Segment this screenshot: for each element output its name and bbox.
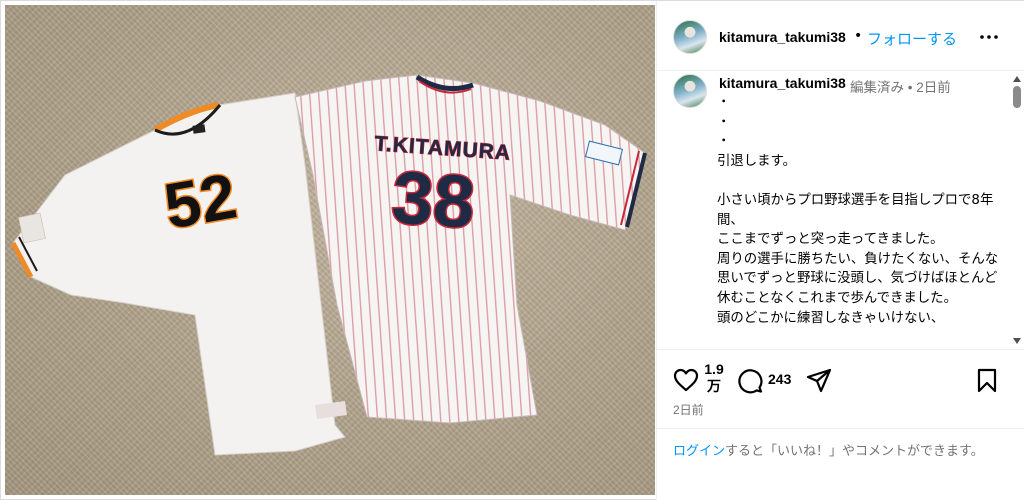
like-count-unit: 万 xyxy=(707,378,721,394)
scroll-down-icon[interactable] xyxy=(1013,338,1021,344)
post-sidebar: kitamura_takumi38 • フォローする kitamura_taku… xyxy=(656,1,1024,500)
post-photo[interactable]: 52 T.KITAMURA 38 xyxy=(5,5,655,495)
caption-text: ・ ・ ・ 引退します。 小さい頃からプロ野球選手を目指しプロで8年間、 ここま… xyxy=(717,95,999,326)
svg-text:52: 52 xyxy=(159,159,242,242)
caption-area[interactable]: kitamura_takumi38 編集済み • 2日前 ・ ・ ・ 引退します… xyxy=(657,72,1024,348)
login-prompt-rest: すると「いいね！」やコメントができます。 xyxy=(725,444,984,459)
right-jersey xyxy=(294,74,647,424)
jerseys-photo: 52 T.KITAMURA 38 xyxy=(10,74,647,456)
heart-icon[interactable] xyxy=(673,368,699,392)
bookmark-icon[interactable] xyxy=(975,368,999,394)
caption-scrollbar[interactable] xyxy=(1012,72,1022,348)
login-prompt-text: ログインすると「いいね！」やコメントができます。 xyxy=(673,442,1003,462)
post-header: kitamura_takumi38 • フォローする xyxy=(657,1,1024,71)
action-bar: 1.9 万 243 2日前 xyxy=(657,349,1024,427)
scroll-thumb[interactable] xyxy=(1013,86,1021,108)
caption-avatar[interactable] xyxy=(673,74,707,108)
left-jersey xyxy=(10,92,346,456)
post-frame: 52 T.KITAMURA 38 kitamura_takumi38 • フォロ… xyxy=(0,0,1024,500)
svg-text:38: 38 xyxy=(389,155,477,244)
separator-dot: • xyxy=(854,28,863,44)
comment-bubble-icon[interactable] xyxy=(737,368,763,394)
comment-count[interactable]: 243 xyxy=(768,371,791,387)
post-username[interactable]: kitamura_takumi38 xyxy=(719,29,846,45)
login-link[interactable]: ログイン xyxy=(673,444,725,459)
more-horizontal-icon[interactable] xyxy=(977,25,1001,49)
left-jersey-number: 52 xyxy=(158,158,244,244)
right-jersey-number: 38 xyxy=(388,154,479,246)
like-count-number: 1.9 xyxy=(704,361,724,377)
post-timestamp[interactable]: 2日前 xyxy=(673,401,704,418)
scroll-up-icon[interactable] xyxy=(1013,76,1021,82)
caption-username[interactable]: kitamura_takumi38 xyxy=(719,75,846,91)
follow-button[interactable]: フォローする xyxy=(867,28,957,49)
login-prompt: ログインすると「いいね！」やコメントができます。 xyxy=(657,428,1024,500)
paper-plane-icon[interactable] xyxy=(806,368,832,394)
avatar[interactable] xyxy=(673,20,707,54)
like-count[interactable]: 1.9 万 xyxy=(704,361,724,395)
